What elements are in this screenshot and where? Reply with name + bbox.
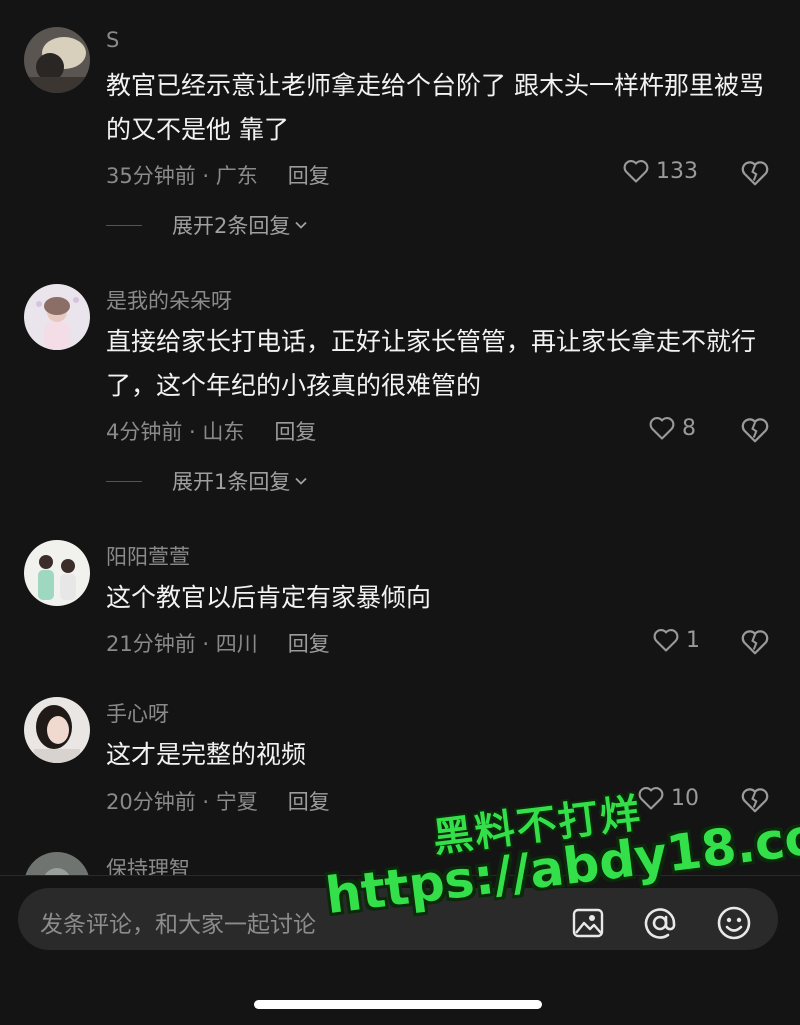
like-count: 133: [656, 158, 698, 184]
expand-label: 展开2条回复: [172, 214, 291, 238]
comment-text: 这才是完整的视频: [106, 740, 307, 769]
comment-text: 教官已经示意让老师拿走给个台阶了 跟木头一样杵那里被骂的又不是他 靠了: [106, 71, 764, 144]
comment-text: 这个教官以后肯定有家暴倾向: [106, 583, 432, 612]
time-location: 35分钟前 · 广东: [106, 164, 258, 188]
like-button[interactable]: 133: [622, 158, 698, 184]
like-button[interactable]: 10: [637, 785, 699, 811]
chevron-down-icon: [295, 477, 308, 485]
time-location: 21分钟前 · 四川: [106, 632, 258, 656]
home-indicator[interactable]: [254, 1000, 542, 1009]
like-count: 8: [682, 415, 696, 441]
username[interactable]: 手心呀: [106, 698, 169, 728]
comment-meta: 21分钟前 · 四川 回复: [106, 628, 330, 658]
heart-icon: [653, 629, 679, 652]
chevron-down-icon: [295, 221, 308, 229]
dislike-heart-icon[interactable]: [740, 416, 770, 444]
image-icon[interactable]: [570, 905, 606, 941]
time-location: 20分钟前 · 宁夏: [106, 790, 258, 814]
comment-meta: 20分钟前 · 宁夏 回复: [106, 786, 330, 816]
avatar[interactable]: [24, 540, 90, 606]
like-button[interactable]: 8: [648, 415, 696, 441]
time-location: 4分钟前 · 山东: [106, 420, 245, 444]
expand-replies-button[interactable]: 展开1条回复: [106, 466, 308, 496]
divider: [106, 224, 142, 226]
comment-text: 直接给家长打电话，正好让家长管管，再让家长拿走不就行了，这个年纪的小孩真的很难管…: [106, 327, 757, 400]
reply-button[interactable]: 回复: [274, 420, 316, 444]
emoji-icon[interactable]: [716, 905, 752, 941]
comment-meta: 35分钟前 · 广东 回复: [106, 160, 330, 190]
like-button[interactable]: 1: [652, 627, 700, 653]
expand-label: 展开1条回复: [172, 470, 291, 494]
avatar[interactable]: [24, 27, 90, 93]
like-count: 1: [686, 627, 700, 653]
dislike-heart-icon[interactable]: [740, 159, 770, 187]
dislike-heart-icon[interactable]: [740, 786, 770, 814]
heart-icon: [649, 417, 675, 440]
avatar[interactable]: [24, 284, 90, 350]
dislike-heart-icon[interactable]: [740, 628, 770, 656]
username[interactable]: 是我的朵朵呀: [106, 285, 232, 315]
username[interactable]: 阳阳萱萱: [106, 541, 190, 571]
comment-input-placeholder: 发条评论，和大家一起讨论: [40, 912, 316, 938]
reply-button[interactable]: 回复: [288, 164, 330, 188]
heart-icon: [623, 160, 649, 183]
at-icon[interactable]: [642, 905, 678, 941]
avatar[interactable]: [24, 697, 90, 763]
username[interactable]: S: [106, 28, 119, 52]
reply-button[interactable]: 回复: [288, 790, 330, 814]
expand-replies-button[interactable]: 展开2条回复: [106, 210, 308, 240]
comment-meta: 4分钟前 · 山东 回复: [106, 416, 316, 446]
reply-button[interactable]: 回复: [288, 632, 330, 656]
divider: [106, 480, 142, 482]
heart-icon: [638, 787, 664, 810]
like-count: 10: [671, 785, 699, 811]
